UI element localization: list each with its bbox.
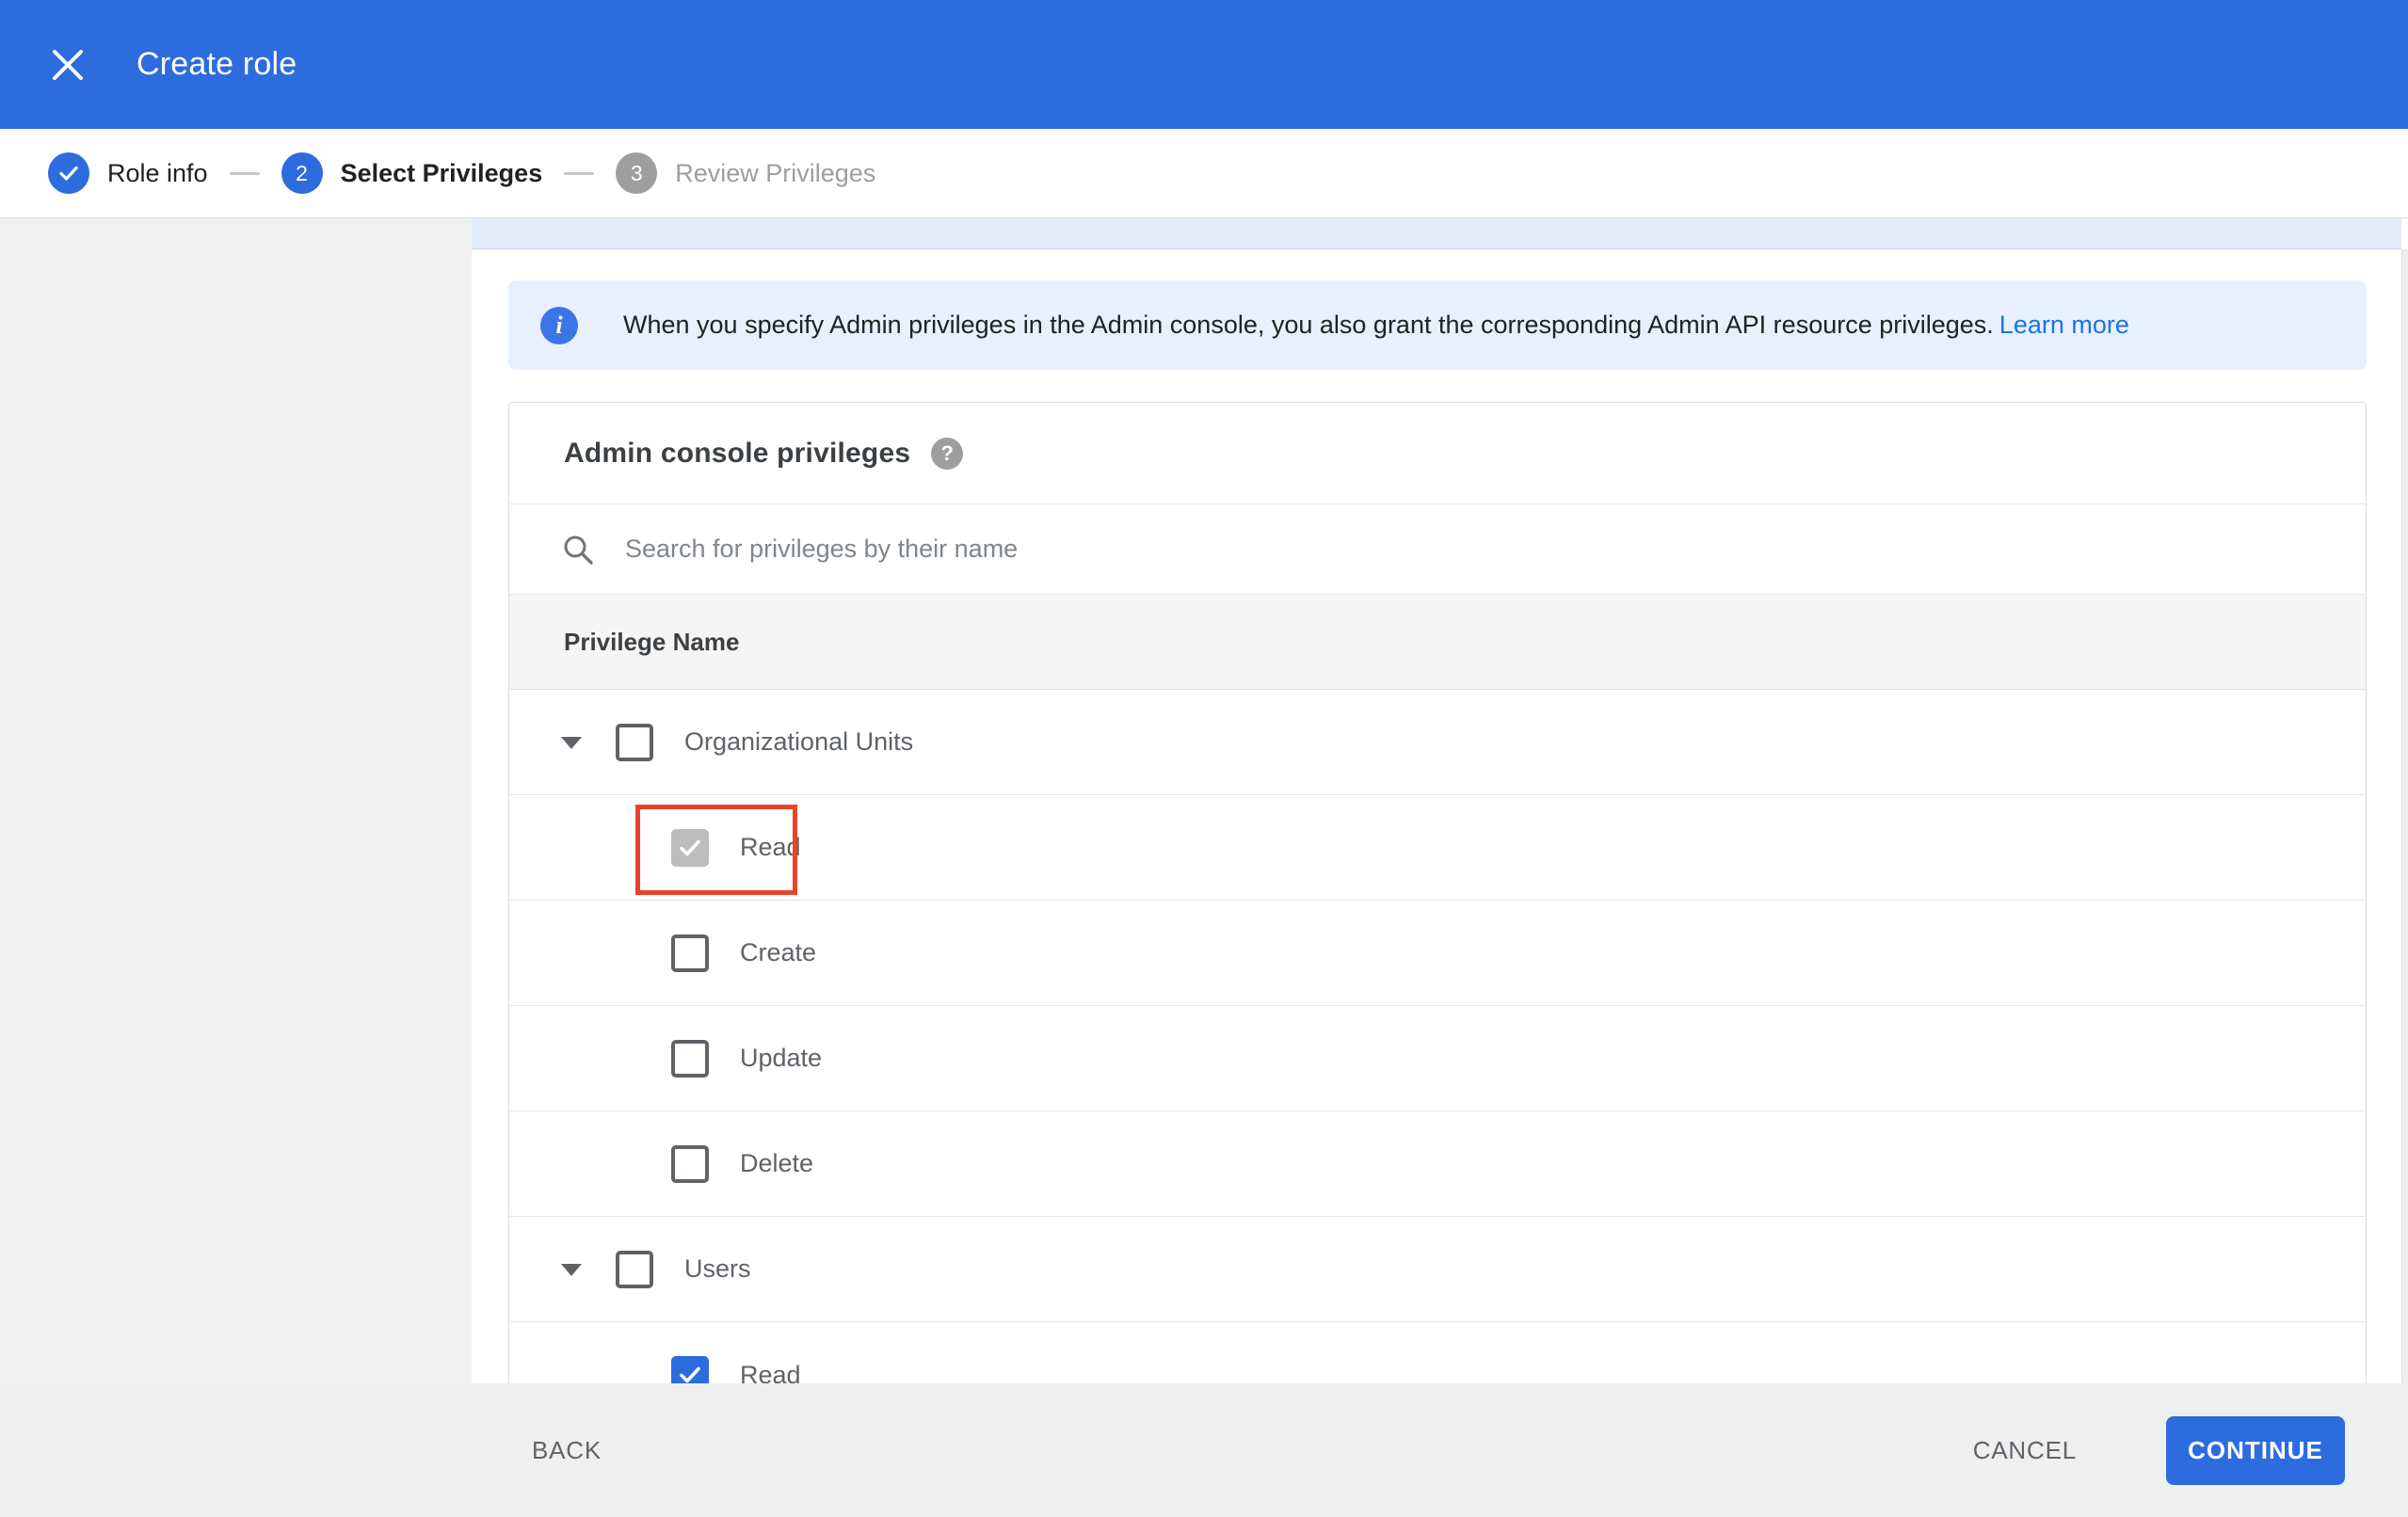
banner-message: When you specify Admin privileges in the…: [623, 311, 1994, 339]
step-label: Select Privileges: [340, 158, 543, 187]
continue-button[interactable]: CONTINUE: [2166, 1415, 2345, 1485]
step-number-badge: 2: [281, 152, 323, 194]
privilege-rows: Organizational Units Read Create Update …: [509, 690, 2366, 1428]
privilege-label: Read: [740, 833, 801, 861]
step-label: Role info: [107, 158, 208, 187]
scrollbar-gutter[interactable]: [2401, 249, 2408, 1517]
step-connector: [564, 171, 595, 175]
search-input[interactable]: [625, 535, 1472, 564]
privilege-row-read-disabled: Read: [509, 795, 2366, 901]
privilege-label: Create: [740, 938, 817, 966]
help-icon[interactable]: ?: [931, 437, 964, 470]
privilege-label: Users: [684, 1254, 751, 1283]
info-banner: i When you specify Admin privileges in t…: [508, 280, 2367, 370]
stepper: Role info 2 Select Privileges 3 Review P…: [0, 129, 2408, 218]
banner-text: When you specify Admin privileges in the…: [623, 311, 2129, 340]
privilege-row-organizational-units: Organizational Units: [509, 690, 2366, 795]
close-icon-glyph: [53, 49, 83, 80]
create-role-dialog: Create role Role info 2 Select Privilege…: [0, 0, 2408, 1517]
privilege-label: Update: [740, 1044, 823, 1072]
step-label: Review Privileges: [675, 158, 876, 187]
content-area: i When you specify Admin privileges in t…: [472, 218, 2408, 1517]
privilege-label: Organizational Units: [684, 727, 914, 756]
privilege-row-users: Users: [509, 1217, 2366, 1322]
back-button[interactable]: BACK: [532, 1436, 602, 1465]
step-role-info[interactable]: Role info: [48, 152, 208, 194]
privilege-row-create: Create: [509, 901, 2366, 1006]
card-header: Admin console privileges ?: [509, 403, 2366, 504]
checkbox-delete[interactable]: [671, 1144, 709, 1183]
dialog-body: i When you specify Admin privileges in t…: [0, 218, 2408, 1517]
step-review-privileges[interactable]: 3 Review Privileges: [616, 152, 875, 194]
checkbox-read-checked-disabled: [671, 828, 709, 867]
card-title: Admin console privileges: [564, 437, 911, 469]
checkbox-create[interactable]: [671, 934, 709, 972]
left-panel: [0, 218, 472, 1517]
chevron-down-icon[interactable]: [561, 1263, 582, 1276]
privilege-name-column-header: Privilege Name: [509, 595, 2366, 690]
checkbox-update[interactable]: [671, 1039, 709, 1078]
privileges-card: Admin console privileges ? Privilege Nam…: [508, 402, 2367, 1429]
cancel-button[interactable]: CANCEL: [1973, 1436, 2077, 1465]
privilege-row-update: Update: [509, 1006, 2366, 1111]
appbar: Create role: [0, 0, 2408, 129]
privilege-label: Delete: [740, 1149, 814, 1177]
step-select-privileges[interactable]: 2 Select Privileges: [281, 152, 543, 194]
checkbox-organizational-units[interactable]: [616, 723, 653, 761]
step-complete-check-icon: [48, 152, 89, 194]
check-icon: [680, 839, 700, 855]
footer-bar: BACK CANCEL CONTINUE: [0, 1383, 2408, 1517]
scrolled-content-strip: [472, 218, 2401, 249]
learn-more-link[interactable]: Learn more: [1999, 311, 2129, 339]
page-title: Create role: [136, 46, 297, 82]
chevron-down-icon[interactable]: [561, 736, 582, 749]
close-icon[interactable]: [45, 42, 90, 88]
step-connector: [229, 171, 260, 175]
search-icon: [564, 535, 593, 565]
info-icon: i: [540, 306, 578, 344]
privilege-search-row: [509, 504, 2366, 595]
privilege-row-delete: Delete: [509, 1111, 2366, 1217]
step-number-badge: 3: [616, 152, 658, 194]
checkbox-users[interactable]: [616, 1250, 653, 1288]
